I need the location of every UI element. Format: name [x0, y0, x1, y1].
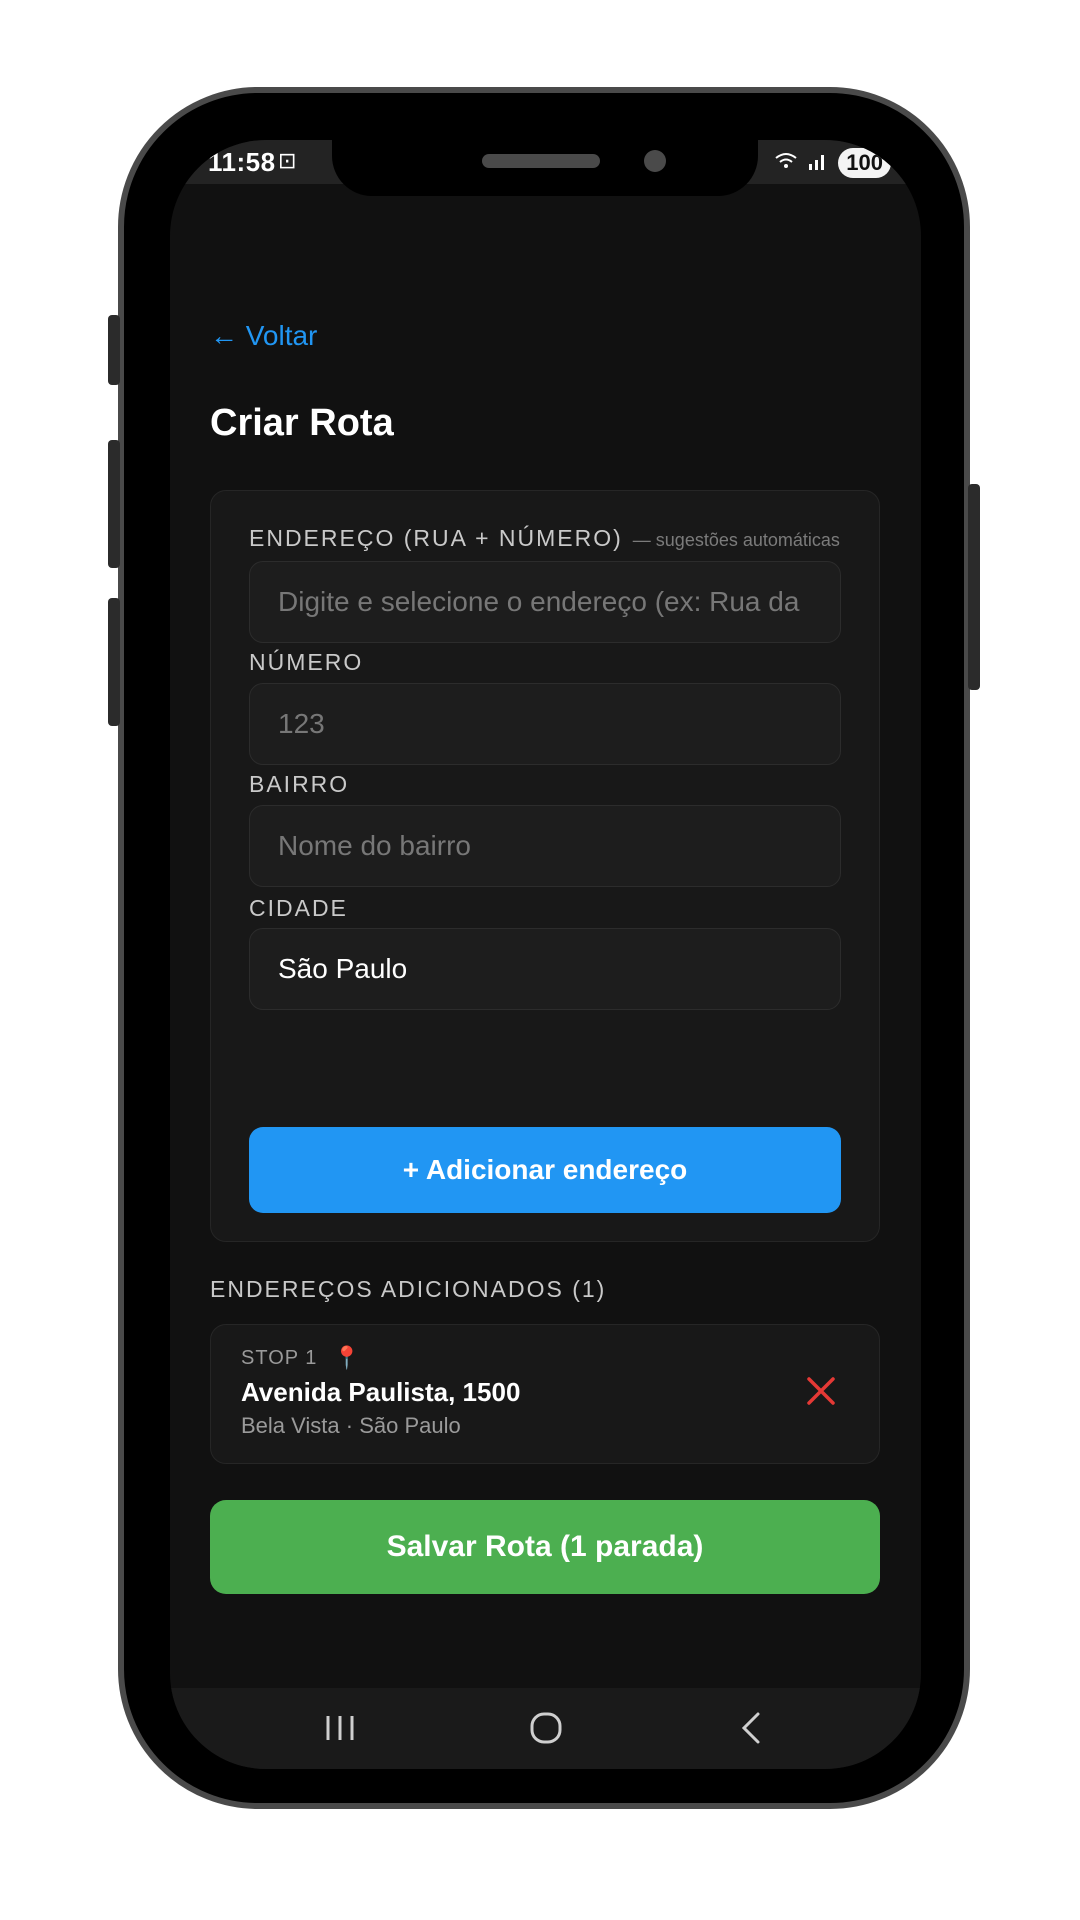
number-label: NÚMERO — [249, 649, 364, 675]
page-title: Criar Rota — [210, 402, 394, 444]
speaker-grille — [482, 154, 600, 168]
stop-subtitle: Bela Vista · São Paulo — [241, 1413, 461, 1438]
added-addresses-label: ENDEREÇOS ADICIONADOS (1) — [210, 1276, 607, 1302]
camera-notch — [332, 140, 758, 196]
status-icons: 100 — [774, 148, 891, 178]
phone-side-button — [108, 598, 120, 726]
screenshot-icon: ⊡ — [278, 148, 297, 173]
address-form-card: ENDEREÇO (RUA + NÚMERO) — sugestões autom… — [210, 490, 880, 1242]
pin-icon: 📍 — [333, 1345, 361, 1370]
wifi-icon — [774, 151, 798, 176]
front-camera — [644, 150, 666, 172]
phone-side-button — [968, 484, 980, 690]
address-label: ENDEREÇO (RUA + NÚMERO) — sugestões autom… — [249, 525, 840, 552]
save-route-button[interactable]: Salvar Rota (1 parada) — [210, 1500, 880, 1594]
remove-stop-icon[interactable] — [803, 1373, 839, 1409]
city-label: CIDADE — [249, 895, 348, 921]
phone-side-button — [108, 315, 120, 385]
stop-card: STOP 1 📍 Avenida Paulista, 1500 Bela Vis… — [210, 1324, 880, 1464]
stop-address: Avenida Paulista, 1500 — [241, 1377, 521, 1407]
screen: 11:58 ⊡ 100 ← Voltar Criar Rota ENDEREÇO… — [170, 140, 921, 1769]
district-label: BAIRRO — [249, 771, 350, 797]
address-input[interactable]: Digite e selecione o endereço (ex: Rua d… — [249, 561, 841, 643]
status-time: 11:58 — [208, 147, 276, 177]
home-icon[interactable] — [524, 1706, 568, 1750]
recent-apps-icon[interactable] — [318, 1706, 362, 1750]
signal-icon — [808, 151, 828, 176]
back-nav-icon[interactable] — [730, 1706, 774, 1750]
city-input[interactable]: São Paulo — [249, 928, 841, 1010]
address-label-text: ENDEREÇO (RUA + NÚMERO) — [249, 525, 623, 551]
battery-indicator: 100 — [838, 148, 891, 178]
back-link[interactable]: ← Voltar — [210, 320, 317, 352]
number-input[interactable]: 123 — [249, 683, 841, 765]
district-input[interactable]: Nome do bairro — [249, 805, 841, 887]
add-address-button[interactable]: + Adicionar endereço — [249, 1127, 841, 1213]
phone-side-button — [108, 440, 120, 568]
stop-label: STOP 1 — [241, 1347, 318, 1369]
navigation-bar — [170, 1688, 921, 1769]
address-hint: — sugestões automáticas — [632, 530, 840, 550]
